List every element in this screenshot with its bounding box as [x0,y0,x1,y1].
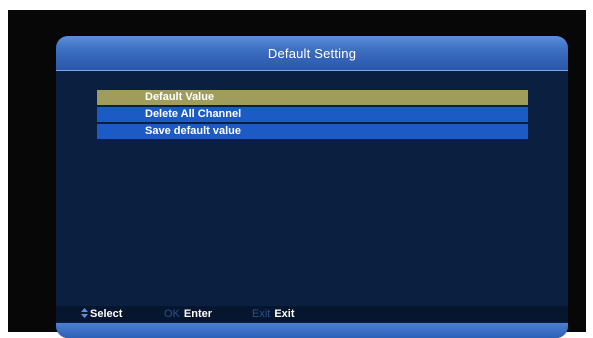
ok-hint: OK Enter [164,307,212,321]
bottom-bar [56,323,568,338]
menu-item-save-default-value[interactable]: Save default value [97,124,528,139]
menu-item-label: Default Value [145,91,215,103]
select-hint-label: Select [90,308,123,320]
up-down-arrow-icon [81,308,88,318]
menu-item-label: Save default value [145,125,241,137]
tv-screen: Default Setting Default Value Delete All… [8,10,586,338]
key-hint-bar: Select OK Enter Exit Exit [56,306,568,322]
menu-item-default-value[interactable]: Default Value [97,90,528,105]
ok-key-label: OK [164,308,180,320]
exit-hint: Exit Exit [252,307,295,321]
title-bar: Default Setting [56,36,568,71]
window-title: Default Setting [267,46,357,61]
menu-item-delete-all-channel[interactable]: Delete All Channel [97,107,528,122]
menu-item-label: Delete All Channel [145,108,242,120]
ok-hint-label: Enter [183,308,213,320]
exit-hint-label: Exit [274,308,295,320]
settings-menu: Default Value Delete All Channel Save de… [97,90,528,141]
default-setting-panel: Default Setting Default Value Delete All… [56,36,568,338]
select-hint: Select [81,307,122,321]
exit-key-label: Exit [252,308,271,320]
